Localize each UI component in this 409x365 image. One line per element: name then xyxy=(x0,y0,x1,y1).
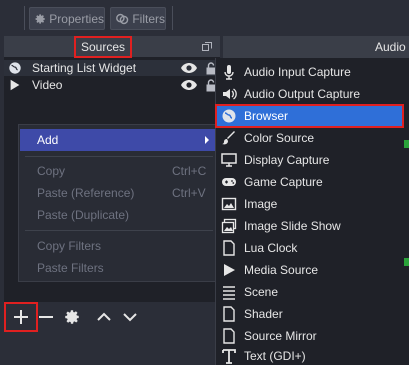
monitor-icon xyxy=(220,151,238,169)
minus-icon xyxy=(39,316,53,318)
top-toolbar: Properties Filters xyxy=(0,0,409,36)
submenu-item-color-source[interactable]: Color Source xyxy=(215,127,404,149)
menu-item-add[interactable]: Add xyxy=(20,129,216,151)
properties-button[interactable]: Properties xyxy=(29,7,105,30)
submenu-item-label: Media Source xyxy=(244,263,319,277)
menu-item-paste-filters[interactable]: Paste Filters xyxy=(20,257,216,279)
source-item-label: Video xyxy=(32,78,63,92)
chevron-up-icon xyxy=(97,312,111,321)
submenu-item-label: Color Source xyxy=(244,131,315,145)
menu-item-shortcut: Ctrl+C xyxy=(172,164,207,178)
visibility-eye-icon[interactable] xyxy=(180,62,198,74)
submenu-item-label: Browser xyxy=(244,109,289,123)
list-icon xyxy=(220,283,238,301)
visibility-eye-icon[interactable] xyxy=(180,79,198,91)
source-item[interactable]: Video xyxy=(4,77,218,93)
properties-label: Properties xyxy=(49,11,104,26)
globe-icon xyxy=(9,62,21,74)
submenu-item-shader[interactable]: Shader xyxy=(215,303,404,325)
submenu-item-label: Image Slide Show xyxy=(244,219,341,233)
sources-dock-title: Sources xyxy=(74,36,132,58)
text-icon xyxy=(220,347,238,365)
submenu-item-label: Audio Input Capture xyxy=(244,65,351,79)
microphone-icon xyxy=(220,63,238,81)
plus-icon xyxy=(14,310,28,324)
sources-title-label: Sources xyxy=(80,40,126,54)
speaker-icon xyxy=(220,85,238,103)
submenu-item-label: Display Capture xyxy=(244,153,330,167)
menu-separator xyxy=(25,156,213,157)
menu-separator xyxy=(25,230,213,231)
submenu-arrow-icon xyxy=(205,136,209,144)
submenu-item-label: Text (GDI+) xyxy=(244,349,306,363)
submenu-item-audio-output-capture[interactable]: Audio Output Capture xyxy=(215,83,404,105)
submenu-item-game-capture[interactable]: Game Capture xyxy=(215,171,404,193)
submenu-item-text-gdi[interactable]: Text (GDI+) xyxy=(215,347,404,365)
menu-item-shortcut: Ctrl+V xyxy=(172,186,206,200)
submenu-item-source-mirror[interactable]: Source Mirror xyxy=(215,325,404,347)
file-icon xyxy=(220,239,238,257)
gear-icon xyxy=(65,310,79,324)
filters-icon xyxy=(116,13,129,24)
submenu-item-scene[interactable]: Scene xyxy=(215,281,404,303)
menu-item-paste-reference[interactable]: Paste (Reference) Ctrl+V xyxy=(20,182,216,204)
toolbar-divider xyxy=(24,6,25,30)
file-icon xyxy=(220,327,238,345)
submenu-item-lua-clock[interactable]: Lua Clock xyxy=(215,237,404,259)
submenu-item-label: Audio Output Capture xyxy=(244,87,361,101)
menu-item-label: Copy xyxy=(37,164,66,178)
menu-item-copy-filters[interactable]: Copy Filters xyxy=(20,235,216,257)
source-item-label: Starting List Widget xyxy=(32,61,137,75)
submenu-item-label: Scene xyxy=(244,285,279,299)
submenu-item-audio-input-capture[interactable]: Audio Input Capture xyxy=(215,61,404,83)
audio-level-meter xyxy=(404,258,409,266)
audio-level-meter xyxy=(404,140,409,148)
paint-brush-icon xyxy=(220,129,238,147)
globe-icon xyxy=(220,107,238,125)
file-icon xyxy=(220,305,238,323)
filters-label: Filters xyxy=(132,11,165,26)
source-item[interactable]: Starting List Widget xyxy=(4,60,218,76)
menu-item-label: Paste (Reference) xyxy=(37,186,135,200)
gamepad-icon xyxy=(220,173,238,191)
sources-context-menu: Add Copy Ctrl+C Paste (Reference) Ctrl+V… xyxy=(18,124,217,282)
add-source-button[interactable] xyxy=(10,306,32,328)
play-icon xyxy=(220,261,238,279)
move-up-button[interactable] xyxy=(93,306,115,328)
submenu-item-label: Lua Clock xyxy=(244,241,298,255)
menu-item-paste-duplicate[interactable]: Paste (Duplicate) xyxy=(20,204,216,226)
chevron-down-icon xyxy=(123,313,137,322)
move-down-button[interactable] xyxy=(119,306,141,328)
menu-item-label: Paste Filters xyxy=(37,261,104,275)
submenu-item-display-capture[interactable]: Display Capture xyxy=(215,149,404,171)
submenu-item-label: Source Mirror xyxy=(244,329,317,343)
play-icon xyxy=(10,79,20,91)
submenu-item-label: Image xyxy=(244,197,278,211)
submenu-item-label: Shader xyxy=(244,307,283,321)
menu-item-label: Paste (Duplicate) xyxy=(37,208,130,222)
submenu-item-browser[interactable]: Browser xyxy=(215,104,404,128)
submenu-item-media-source[interactable]: Media Source xyxy=(215,259,404,281)
audio-mixer-title: Audio xyxy=(375,40,406,54)
slideshow-icon xyxy=(220,217,238,235)
menu-item-label: Copy Filters xyxy=(37,239,102,253)
image-icon xyxy=(220,195,238,213)
toolbar-divider xyxy=(172,6,173,30)
remove-source-button[interactable] xyxy=(35,306,57,328)
submenu-item-image[interactable]: Image xyxy=(215,193,404,215)
dock-float-icon[interactable] xyxy=(202,42,212,51)
menu-item-label: Add xyxy=(37,133,59,147)
submenu-item-image-slide-show[interactable]: Image Slide Show xyxy=(215,215,404,237)
submenu-item-label: Game Capture xyxy=(244,175,323,189)
menu-item-copy[interactable]: Copy Ctrl+C xyxy=(20,160,216,182)
source-properties-button[interactable] xyxy=(61,306,83,328)
filters-button[interactable]: Filters xyxy=(110,7,166,30)
gear-icon xyxy=(35,13,45,24)
